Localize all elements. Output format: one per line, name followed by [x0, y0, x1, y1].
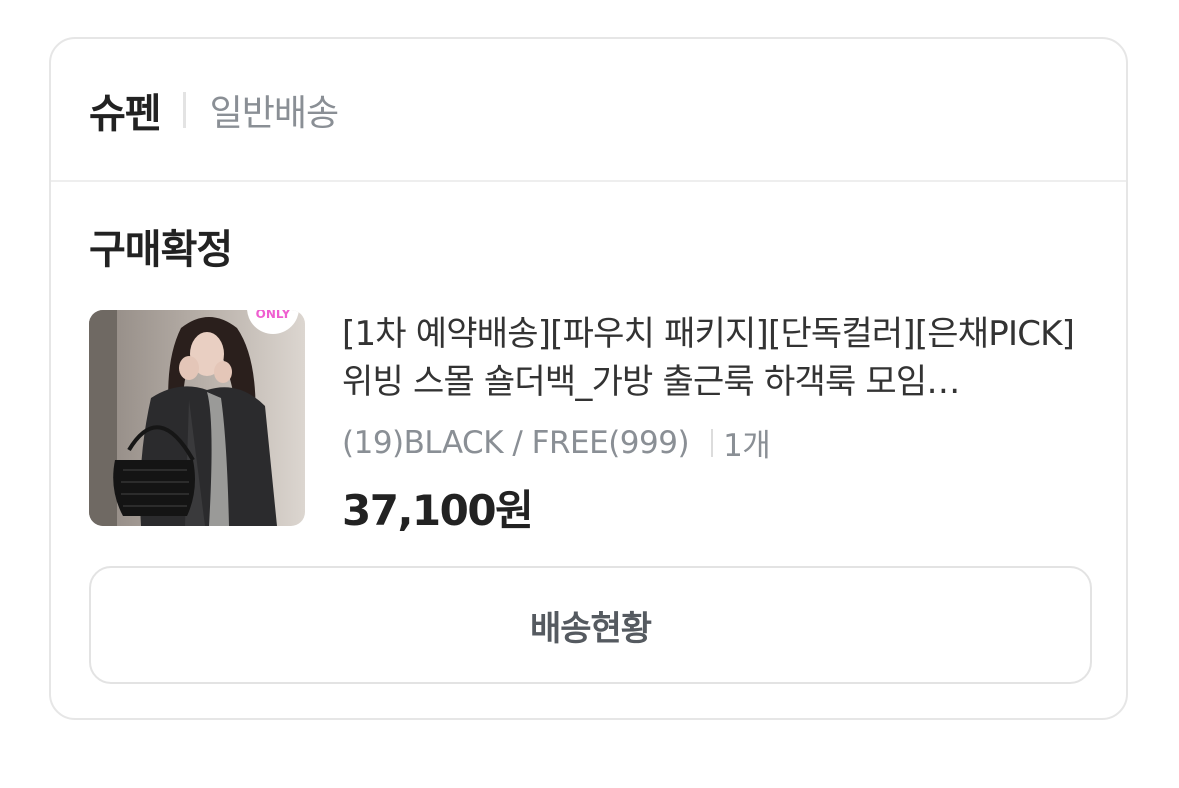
only-badge: ONLY — [256, 310, 291, 321]
store-name[interactable]: 슈펜 — [89, 81, 162, 139]
header-divider — [182, 91, 186, 128]
product-quantity: 1개 — [723, 428, 771, 464]
shipping-type-label: 일반배송 — [209, 92, 339, 134]
product-item[interactable]: ONLY [1차 예약배송][파우치 패키지][단독컬러][은채PICK] 위빙… — [89, 310, 1089, 535]
product-info: [1차 예약배송][파우치 패키지][단독컬러][은채PICK] 위빙 스몰 숄… — [342, 310, 1092, 538]
order-card: 슈펜 일반배송 구매확정 ONLY [1차 예약배송][파우치 패키지][단독컬… — [49, 37, 1128, 720]
product-price: 37,100원 — [342, 486, 534, 535]
option-divider — [711, 428, 714, 457]
order-status: 구매확정 — [89, 227, 233, 273]
order-card-header: 슈펜 일반배송 — [51, 39, 1126, 182]
product-option-row: (19)BLACK / FREE(999) 1개 — [342, 420, 1092, 465]
delivery-status-button[interactable]: 배송현황 — [89, 566, 1092, 684]
product-option: (19)BLACK / FREE(999) — [342, 424, 690, 461]
product-thumbnail[interactable]: ONLY — [89, 310, 305, 526]
product-title[interactable]: [1차 예약배송][파우치 패키지][단독컬러][은채PICK] 위빙 스몰 숄… — [342, 310, 1092, 406]
product-photo: ONLY — [89, 310, 305, 526]
